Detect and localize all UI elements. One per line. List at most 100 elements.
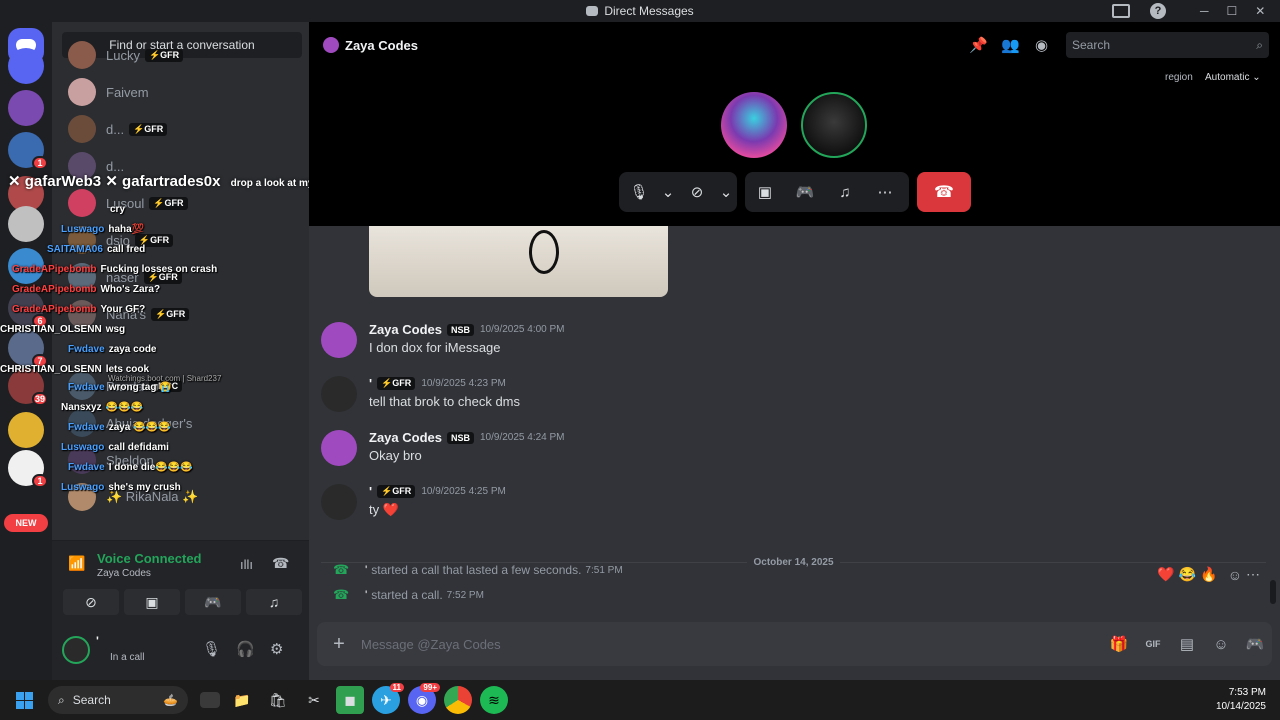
mute-button[interactable]: 🎙: [619, 172, 659, 212]
add-attachment-icon[interactable]: +: [317, 633, 361, 656]
close-button[interactable]: ✕: [1255, 4, 1265, 18]
add-reaction-icon[interactable]: ☺: [1228, 567, 1242, 583]
dm-list-item[interactable]: ✨ RikaNala ✨: [68, 481, 198, 513]
dm-list-item[interactable]: Lusoul ⚡GFR: [68, 187, 188, 219]
more-icon[interactable]: ⋯: [1246, 566, 1260, 583]
dm-name[interactable]: Zaya Codes: [345, 38, 418, 53]
soundboard-button[interactable]: ♫: [246, 589, 302, 615]
message-avatar[interactable]: [321, 430, 357, 466]
dm-list-item[interactable]: Lucky ⚡GFR: [68, 39, 184, 71]
system-author[interactable]: ': [365, 563, 367, 577]
message-author[interactable]: ': [369, 484, 372, 499]
message-author[interactable]: Zaya Codes: [369, 430, 442, 445]
dm-list-item[interactable]: naser ⚡GFR: [68, 261, 182, 293]
message-input[interactable]: Message @Zaya Codes: [361, 637, 1102, 652]
server-icon[interactable]: 39: [8, 368, 48, 406]
soundboard-button[interactable]: ♫: [825, 172, 865, 212]
server-icon[interactable]: [8, 248, 44, 284]
taskbar-search[interactable]: ⌕ Search 🥧: [48, 686, 188, 714]
camera-off-button[interactable]: ⊘: [63, 589, 119, 615]
server-icon[interactable]: [8, 206, 44, 242]
system-clock[interactable]: 7:53 PM 10/14/2025: [1216, 686, 1266, 714]
telegram-icon[interactable]: ✈ 11: [372, 683, 404, 714]
server-icon[interactable]: 6: [8, 290, 48, 328]
system-author[interactable]: ': [365, 588, 367, 602]
spotify-icon[interactable]: ≋: [480, 686, 508, 714]
quick-reaction[interactable]: 🔥: [1200, 566, 1217, 583]
server-icon[interactable]: 1: [8, 450, 48, 488]
hang-up-button[interactable]: ☎: [917, 172, 971, 212]
message-text: Okay bro: [369, 448, 422, 463]
minimize-button[interactable]: ─: [1200, 4, 1209, 18]
image-attachment[interactable]: [369, 226, 668, 297]
dm-list-item[interactable]: Panda gMPC: [68, 370, 183, 402]
user-avatar[interactable]: [62, 636, 90, 664]
file-explorer-icon[interactable]: 📁: [228, 686, 256, 714]
inbox-icon[interactable]: [1112, 4, 1130, 18]
message-header: Zaya Codes NSB 10/9/2025 4:00 PM: [369, 322, 565, 337]
scrollbar[interactable]: [1270, 580, 1276, 604]
gif-icon[interactable]: GIF: [1136, 639, 1170, 649]
pin-icon[interactable]: 📌: [969, 36, 988, 54]
help-icon[interactable]: ?: [1150, 3, 1166, 19]
call-participant-self[interactable]: [801, 92, 867, 158]
apps-icon[interactable]: 🎮: [1238, 635, 1272, 653]
dm-list-item[interactable]: d...: [68, 150, 124, 182]
dm-list-item[interactable]: Nana's ⚡GFR: [68, 298, 190, 330]
store-icon[interactable]: 🛍: [264, 686, 292, 714]
call-participant-zaya[interactable]: [721, 92, 787, 158]
snipping-tool-icon[interactable]: ✂: [300, 686, 328, 714]
activity-button[interactable]: 🎮: [185, 589, 241, 615]
dm-list-item[interactable]: Sheldon: [68, 444, 154, 476]
microphone-icon[interactable]: 🎙: [202, 640, 221, 658]
discord-taskbar-icon[interactable]: ◉ 99+: [408, 683, 440, 714]
camera-button[interactable]: ⊘: [677, 172, 717, 212]
message-author[interactable]: Zaya Codes: [369, 322, 442, 337]
server-icon[interactable]: 1: [8, 132, 48, 170]
message-avatar[interactable]: [321, 484, 357, 520]
user-profile-icon[interactable]: ◉: [1035, 36, 1048, 54]
activity-button[interactable]: 🎮: [785, 172, 825, 212]
screen-share-button[interactable]: ▣: [124, 589, 180, 615]
game-app-icon[interactable]: ◼: [336, 686, 364, 714]
quick-reaction[interactable]: 😂: [1179, 566, 1196, 583]
task-view-icon[interactable]: [200, 692, 220, 708]
headphones-icon[interactable]: 🎧: [236, 640, 255, 658]
disconnect-icon[interactable]: ☎: [272, 555, 289, 572]
mic-options-button[interactable]: ⌄: [659, 172, 677, 212]
server-icon[interactable]: [8, 412, 44, 448]
dm-list-item[interactable]: Faivem: [68, 76, 149, 108]
message-avatar[interactable]: [321, 322, 357, 358]
noise-suppression-icon[interactable]: ıllı: [240, 557, 253, 572]
search-box[interactable]: Search ⌕: [1066, 32, 1269, 58]
voice-channel[interactable]: Zaya Codes: [97, 568, 151, 579]
server-icon[interactable]: [8, 90, 44, 126]
add-friend-icon[interactable]: 👥: [1001, 36, 1020, 54]
clan-tag-badge: ⚡GFR: [149, 196, 188, 210]
camera-options-button[interactable]: ⌄: [717, 172, 735, 212]
gift-icon[interactable]: 🎁: [1102, 635, 1136, 653]
message-composer[interactable]: + Message @Zaya Codes 🎁 GIF ▤ ☺ 🎮: [317, 622, 1272, 666]
clock-date: 10/14/2025: [1215, 701, 1266, 712]
new-badge[interactable]: NEW: [4, 514, 48, 532]
emoji-icon[interactable]: ☺: [1204, 636, 1238, 653]
quick-reaction[interactable]: ❤️: [1157, 566, 1174, 583]
dm-header: Zaya Codes 📌 👥 ◉ Search ⌕: [309, 22, 1280, 68]
start-button[interactable]: [10, 686, 38, 714]
dm-list-item[interactable]: Abuja dodger's: [68, 407, 192, 439]
screen-share-button[interactable]: ▣: [745, 172, 785, 212]
message-avatar[interactable]: [321, 376, 357, 412]
sticker-icon[interactable]: ▤: [1170, 635, 1204, 653]
dm-item-name: d...: [106, 158, 125, 174]
settings-icon[interactable]: ⚙: [270, 640, 283, 658]
region-select[interactable]: Automatic ⌄: [1205, 72, 1261, 83]
voice-status[interactable]: Voice Connected: [97, 551, 202, 566]
dm-list-item[interactable]: dsio ⚡GFR: [68, 224, 174, 256]
dm-list-item[interactable]: d... ⚡GFR: [68, 113, 168, 145]
server-icon[interactable]: 7: [8, 330, 48, 368]
more-options-button[interactable]: ⋯: [865, 172, 905, 212]
server-icon[interactable]: [8, 48, 44, 84]
chrome-icon[interactable]: [444, 686, 472, 714]
message-author[interactable]: ': [369, 376, 372, 391]
maximize-button[interactable]: ☐: [1227, 4, 1238, 18]
